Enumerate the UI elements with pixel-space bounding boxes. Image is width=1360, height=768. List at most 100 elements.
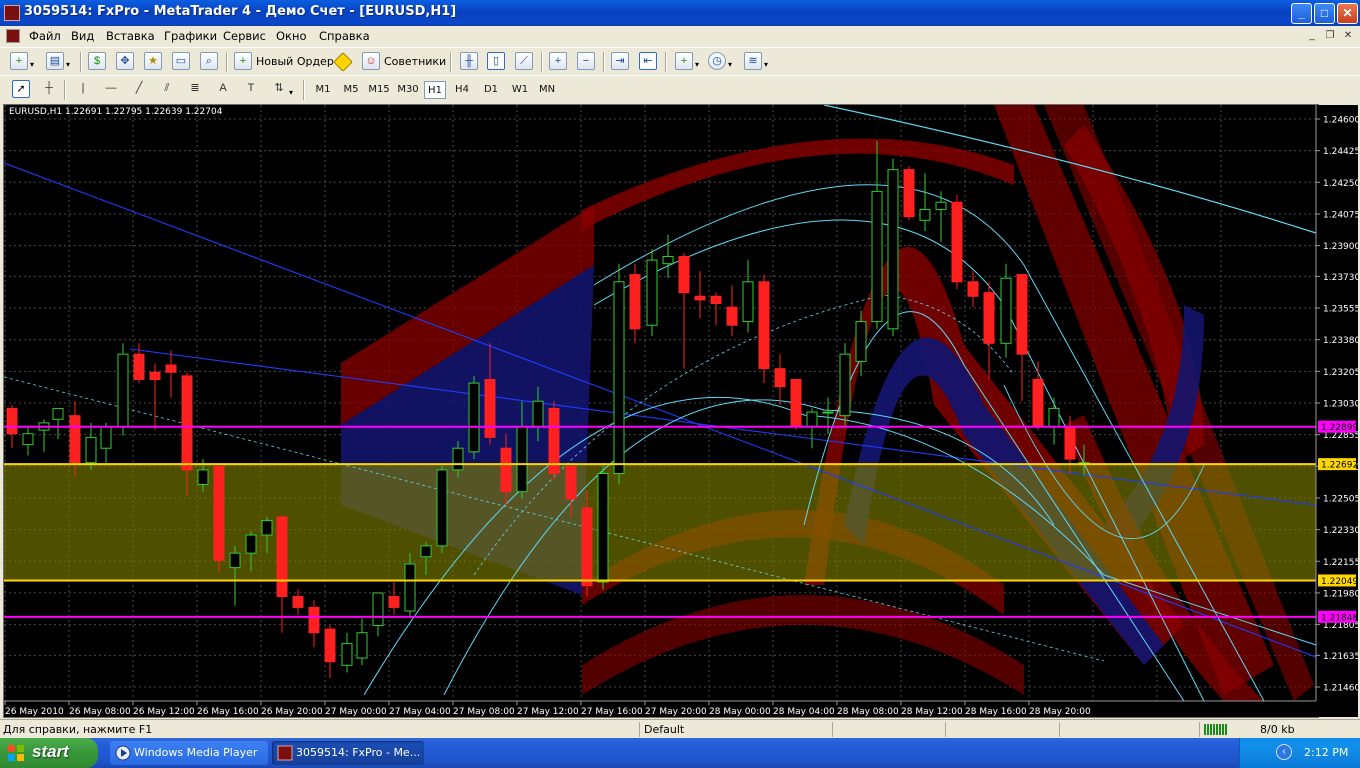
timeframe-mn[interactable]: MN bbox=[535, 81, 559, 99]
bull-candle bbox=[52, 407, 64, 420]
profile-name[interactable]: Default bbox=[644, 723, 684, 736]
connection-status-icon[interactable] bbox=[1204, 724, 1228, 735]
menu-tools[interactable]: Сервис bbox=[223, 29, 266, 43]
chevron-down-icon[interactable]: ▾ bbox=[66, 60, 70, 69]
templates-icon[interactable]: ≋ bbox=[744, 52, 762, 70]
chart-info-label: EURUSD,H1 1.22691 1.22795 1.22639 1.2270… bbox=[9, 107, 223, 117]
equidistant-channel-icon[interactable]: ⫽ bbox=[158, 80, 176, 98]
arrows-icon[interactable]: ⇅ bbox=[270, 80, 288, 98]
experts-button[interactable]: ☺ Советники bbox=[362, 51, 446, 73]
new-chart-icon[interactable]: + bbox=[10, 52, 28, 70]
price-label: 1.23900 bbox=[1323, 242, 1358, 252]
chevron-down-icon[interactable]: ▾ bbox=[289, 88, 293, 97]
vertical-line-icon[interactable]: | bbox=[74, 80, 92, 98]
mdi-close-button[interactable]: ✕ bbox=[1340, 29, 1356, 43]
zoom-out-icon[interactable]: − bbox=[577, 52, 595, 70]
time-label: 28 May 00:00 bbox=[709, 707, 771, 717]
bull-candle bbox=[436, 469, 448, 547]
price-axis: 1.24600 1.24425 1.24250 1.24075 1.23900 1.237… bbox=[1315, 105, 1358, 717]
chart-shift-icon[interactable]: ⇤ bbox=[639, 52, 657, 70]
strategy-tester-icon[interactable]: ⌕ bbox=[200, 52, 218, 70]
bull-candle bbox=[806, 411, 818, 428]
timeframe-w1[interactable]: W1 bbox=[508, 81, 532, 99]
price-label: 1.22330 bbox=[1323, 526, 1358, 536]
price-label: 1.24250 bbox=[1323, 179, 1358, 189]
clock[interactable]: 2:12 PM bbox=[1304, 746, 1348, 759]
indicators-icon[interactable]: + bbox=[675, 52, 693, 70]
menu-help[interactable]: Справка bbox=[319, 29, 370, 43]
bear-candle bbox=[758, 281, 770, 370]
close-button[interactable]: ✕ bbox=[1337, 3, 1358, 24]
chevron-down-icon[interactable]: ▾ bbox=[695, 60, 699, 69]
status-separator bbox=[945, 722, 946, 737]
data-window-icon[interactable]: ✥ bbox=[116, 52, 134, 70]
level-price-label: 1.22049 bbox=[1321, 577, 1358, 587]
timeframe-d1[interactable]: D1 bbox=[480, 81, 502, 99]
menu-view[interactable]: Вид bbox=[71, 29, 94, 43]
time-label: 27 May 20:00 bbox=[645, 707, 707, 717]
timeframe-m30[interactable]: M30 bbox=[395, 81, 421, 99]
taskbar-item-metatrader[interactable]: 3059514: FxPro - Me... bbox=[272, 741, 424, 765]
profiles-icon[interactable]: ▤ bbox=[46, 52, 64, 70]
text-icon[interactable]: A bbox=[214, 80, 232, 98]
periods-clock-icon[interactable]: ◷ bbox=[708, 52, 726, 70]
chevron-down-icon[interactable]: ▾ bbox=[764, 60, 768, 69]
bull-candle bbox=[646, 259, 658, 326]
level-price-label: 1.22899 bbox=[1321, 423, 1358, 433]
bear-candle bbox=[1064, 426, 1076, 460]
price-chart[interactable]: 1.24600 1.24425 1.24250 1.24075 1.23900 1.237… bbox=[4, 105, 1358, 717]
chevron-down-icon[interactable]: ▾ bbox=[30, 60, 34, 69]
maximize-button[interactable]: □ bbox=[1314, 3, 1335, 24]
terminal-icon[interactable]: ▭ bbox=[172, 52, 190, 70]
fibonacci-retracement-icon[interactable]: ≣ bbox=[186, 80, 204, 98]
chevron-down-icon[interactable]: ▾ bbox=[728, 60, 732, 69]
new-order-button[interactable]: + Новый Ордер bbox=[234, 51, 334, 73]
zoom-in-icon[interactable]: + bbox=[549, 52, 567, 70]
title-bar[interactable]: 3059514: FxPro - MetaTrader 4 - Демо Сче… bbox=[0, 0, 1360, 26]
trendline-icon[interactable]: ╱ bbox=[130, 80, 148, 98]
menu-charts[interactable]: Графики bbox=[164, 29, 217, 43]
timeframe-h4[interactable]: H4 bbox=[451, 81, 473, 99]
candlestick-chart-icon[interactable]: ▯ bbox=[487, 52, 505, 70]
market-watch-icon[interactable]: $ bbox=[88, 52, 106, 70]
bull-candle bbox=[341, 643, 353, 666]
bar-chart-icon[interactable]: ╫ bbox=[460, 52, 478, 70]
time-label: 27 May 04:00 bbox=[389, 707, 451, 717]
taskbar-item-media-player[interactable]: Windows Media Player bbox=[110, 741, 268, 765]
crosshair-icon[interactable]: ┼ bbox=[40, 80, 58, 98]
menu-insert[interactable]: Вставка bbox=[106, 29, 155, 43]
metaeditor-icon[interactable] bbox=[333, 52, 353, 72]
text-label-icon[interactable]: T bbox=[242, 80, 260, 98]
bull-candle bbox=[1000, 277, 1012, 344]
bear-candle bbox=[133, 353, 145, 380]
task-label: Windows Media Player bbox=[134, 746, 258, 759]
bull-candle bbox=[1048, 407, 1060, 428]
timeframe-m5[interactable]: M5 bbox=[339, 81, 363, 99]
navigator-icon[interactable]: ★ bbox=[144, 52, 162, 70]
show-hidden-icons-icon[interactable]: ‹ bbox=[1276, 744, 1292, 760]
standard-toolbar: + ▾ ▤ ▾ $ ✥ ★ ▭ ⌕ + Новый Ордер ☺ Советн… bbox=[0, 47, 1360, 76]
menu-window[interactable]: Окно bbox=[276, 29, 307, 43]
line-chart-icon[interactable]: ⟋ bbox=[515, 52, 533, 70]
timeframe-h1[interactable]: H1 bbox=[424, 81, 446, 99]
auto-scroll-icon[interactable]: ⇥ bbox=[611, 52, 629, 70]
bear-candle bbox=[951, 201, 963, 283]
metatrader-app-icon[interactable] bbox=[4, 5, 20, 21]
bear-candle bbox=[149, 371, 161, 380]
start-button[interactable]: start bbox=[0, 738, 98, 768]
bull-candle bbox=[887, 169, 899, 330]
menu-file[interactable]: Файл bbox=[29, 29, 61, 43]
timeframe-m1[interactable]: M1 bbox=[311, 81, 335, 99]
mdi-minimize-button[interactable]: _ bbox=[1304, 29, 1320, 43]
bull-candle bbox=[229, 552, 241, 569]
timeframe-m15[interactable]: M15 bbox=[366, 81, 392, 99]
cursor-arrow-icon[interactable]: ➚ bbox=[12, 80, 30, 98]
mdi-restore-button[interactable]: ❐ bbox=[1322, 29, 1338, 43]
bear-candle bbox=[581, 507, 593, 587]
horizontal-line-icon[interactable]: — bbox=[102, 80, 120, 98]
toolbar-separator bbox=[541, 52, 543, 72]
price-label: 1.24600 bbox=[1323, 116, 1358, 126]
time-label: 28 May 20:00 bbox=[1029, 707, 1091, 717]
chart-window-icon[interactable] bbox=[6, 29, 20, 43]
minimize-button[interactable]: _ bbox=[1291, 3, 1312, 24]
